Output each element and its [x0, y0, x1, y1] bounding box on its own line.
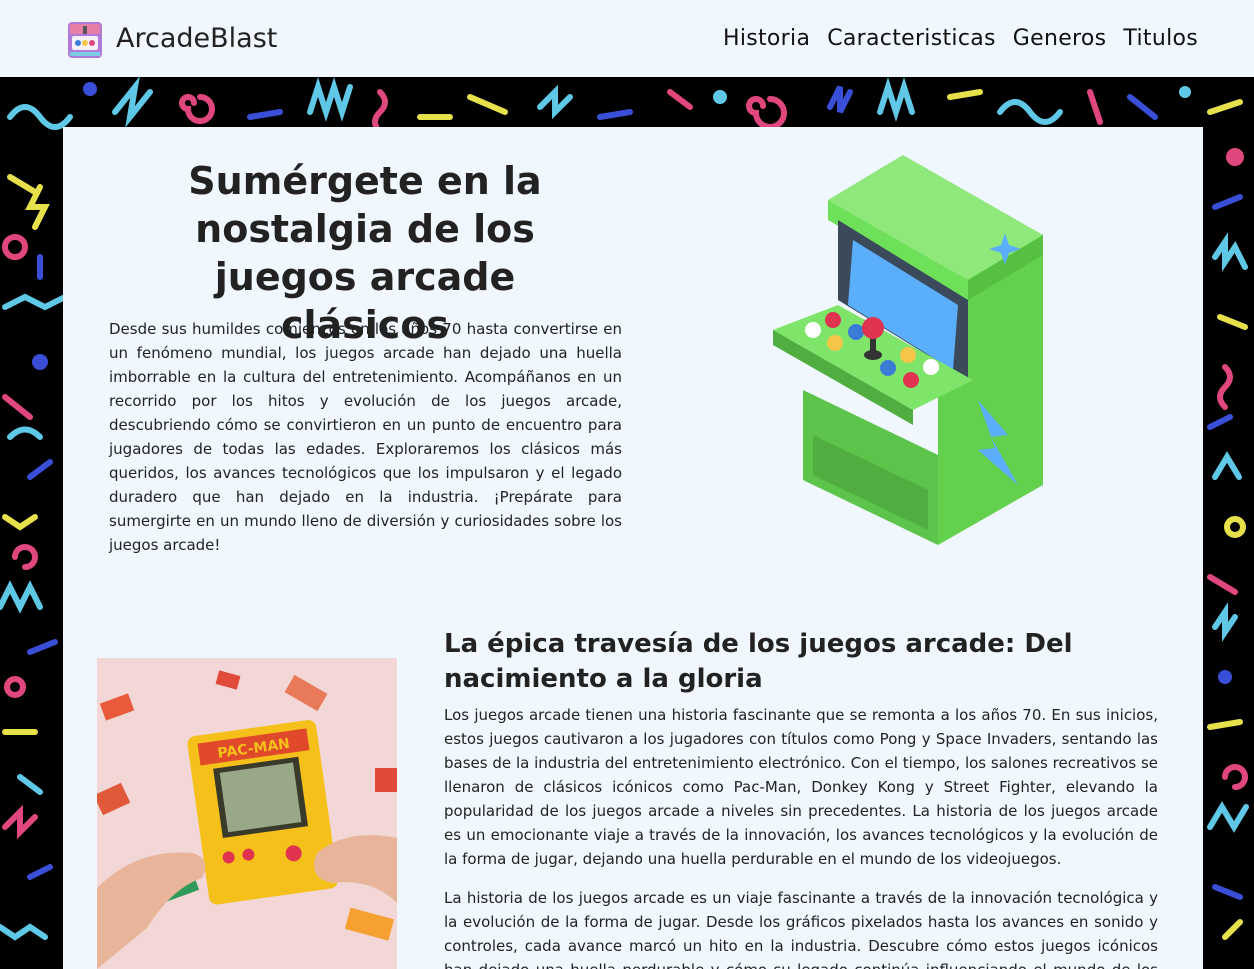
handheld-pacman-photo: PAC-MAN — [97, 658, 397, 969]
brand-link[interactable]: ArcadeBlast — [64, 18, 277, 60]
history-paragraph-2: La historia de los juegos arcade es un v… — [444, 889, 1158, 969]
hero-text: Desde sus humildes comienzos en los años… — [109, 320, 622, 554]
nav-link-generos[interactable]: Generos — [1013, 26, 1107, 51]
arcade-cabinet-illustration — [773, 155, 1043, 545]
arcade-logo-icon — [68, 21, 102, 58]
nav-link-titulos[interactable]: Titulos — [1123, 26, 1198, 51]
nav-link-caracteristicas[interactable]: Caracteristicas — [827, 26, 996, 51]
history-paragraph-1: Los juegos arcade tienen una historia fa… — [444, 706, 1158, 868]
content-panel: Sumérgete en la nostalgia de los juegos … — [63, 127, 1203, 969]
nav-link-historia[interactable]: Historia — [723, 26, 810, 51]
brand-name: ArcadeBlast — [116, 23, 278, 54]
navbar: ArcadeBlast Historia Caracteristicas Gen… — [0, 0, 1254, 77]
main-nav: Historia Caracteristicas Generos Titulos — [723, 26, 1198, 51]
history-title: La épica travesía de los juegos arcade: … — [444, 629, 1073, 694]
